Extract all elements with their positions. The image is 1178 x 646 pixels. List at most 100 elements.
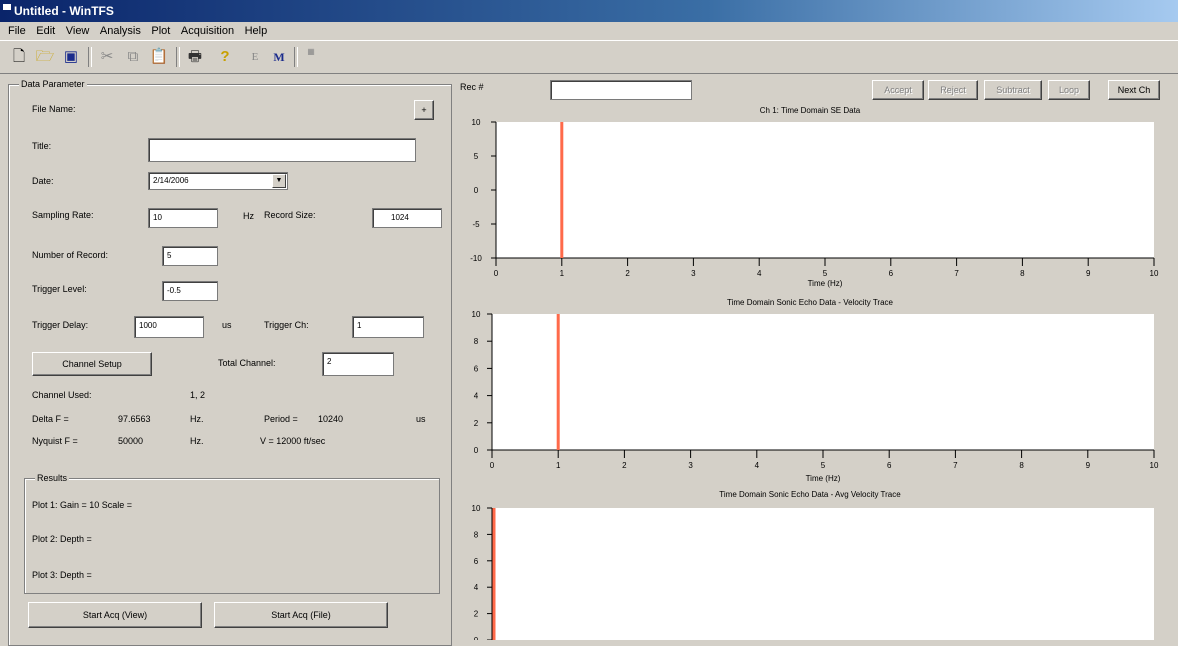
- help-icon[interactable]: ?: [214, 47, 236, 67]
- plot-area: [496, 122, 1154, 258]
- nyquist-unit: Hz.: [190, 436, 204, 446]
- x-tick-label: 0: [490, 461, 495, 470]
- y-tick-label: 4: [474, 392, 479, 401]
- x-tick-label: 5: [823, 269, 828, 278]
- x-tick-label: 4: [755, 461, 760, 470]
- total-channel-input[interactable]: 2: [322, 352, 394, 376]
- date-label: Date:: [32, 176, 54, 186]
- plot2-result: Plot 2: Depth =: [32, 534, 92, 544]
- next-ch-button[interactable]: Next Ch: [1108, 80, 1160, 100]
- m-button[interactable]: M: [268, 47, 290, 67]
- total-channel-label: Total Channel:: [218, 358, 276, 368]
- trigger-delay-label: Trigger Delay:: [32, 320, 89, 330]
- x-tick-label: 3: [688, 461, 693, 470]
- y-tick-label: 8: [474, 337, 479, 346]
- menu-bar: File Edit View Analysis Plot Acquisition…: [0, 22, 1178, 40]
- menu-acquisition[interactable]: Acquisition: [181, 22, 234, 40]
- group-title: Data Parameter: [19, 79, 87, 89]
- sampling-rate-unit: Hz: [243, 211, 254, 221]
- y-tick-label: 5: [474, 152, 479, 161]
- y-tick-label: 2: [474, 610, 479, 619]
- y-tick-label: 0: [474, 636, 479, 640]
- sampling-rate-input[interactable]: 10: [148, 208, 218, 228]
- y-tick-label: 0: [474, 446, 479, 455]
- x-tick-label: 8: [1020, 269, 1025, 278]
- trigger-level-input[interactable]: -0.5: [162, 281, 218, 301]
- channel-setup-button[interactable]: Channel Setup: [32, 352, 152, 376]
- open-folder-icon[interactable]: 🗁: [34, 47, 56, 67]
- x-tick-label: 6: [889, 269, 894, 278]
- e-button[interactable]: E: [244, 47, 266, 67]
- title-bar: Untitled - WinTFS: [0, 0, 1178, 22]
- trigger-delay-unit: us: [222, 320, 232, 330]
- channel-used-value: 1, 2: [190, 390, 206, 400]
- y-tick-label: 6: [474, 557, 479, 566]
- x-tick-label: 6: [887, 461, 892, 470]
- plot-2-svg: 10 8 6 4 2 0 0 1 2 3 4 5 6 7 8 9 10 Time (Hz): [472, 310, 1159, 483]
- date-combo[interactable]: 2/14/2006 ▼: [148, 172, 288, 190]
- y-tick-label: 4: [474, 583, 479, 592]
- toolbar-separator: [176, 47, 180, 67]
- delta-f-label: Delta F =: [32, 414, 69, 424]
- trigger-delay-input[interactable]: 1000: [134, 316, 204, 338]
- start-acq-file-button[interactable]: Start Acq (File): [214, 602, 388, 628]
- menu-edit[interactable]: Edit: [36, 22, 55, 40]
- menu-analysis[interactable]: Analysis: [100, 22, 141, 40]
- y-tick-label: 8: [474, 530, 479, 539]
- x-tick-label: 9: [1086, 269, 1091, 278]
- grid-icon[interactable]: ▦: [300, 47, 322, 67]
- menu-plot[interactable]: Plot: [151, 22, 170, 40]
- y-tick-label: 0: [474, 186, 479, 195]
- title-input[interactable]: [148, 138, 416, 162]
- delta-f-value: 97.6563: [118, 414, 151, 424]
- paste-icon[interactable]: 📋: [148, 47, 170, 67]
- trigger-level-label: Trigger Level:: [32, 284, 87, 294]
- new-file-icon[interactable]: 🗋: [8, 47, 30, 67]
- x-tick-label: 1: [556, 461, 561, 470]
- chevron-down-icon[interactable]: ▼: [272, 174, 286, 188]
- trigger-ch-input[interactable]: 1: [352, 316, 424, 338]
- file-name-label: File Name:: [32, 104, 76, 114]
- cut-icon[interactable]: ✂: [96, 47, 118, 67]
- channel-used-label: Channel Used:: [32, 390, 92, 400]
- rec-input[interactable]: [550, 80, 692, 100]
- date-value: 2/14/2006: [153, 176, 189, 185]
- plot-area: [492, 508, 1154, 640]
- y-tick-label: 10: [472, 504, 481, 513]
- x-tick-label: 10: [1150, 461, 1159, 470]
- period-value: 10240: [318, 414, 344, 424]
- x-tick-label: 9: [1086, 461, 1091, 470]
- y-tick-label: 6: [474, 364, 479, 373]
- loop-button[interactable]: Loop: [1048, 80, 1090, 100]
- y-tick-label: -10: [470, 254, 482, 263]
- num-record-label: Number of Record:: [32, 250, 109, 260]
- accept-button[interactable]: Accept: [872, 80, 924, 100]
- num-record-input[interactable]: 5: [162, 246, 218, 266]
- app-icon[interactable]: [3, 4, 11, 10]
- plot1-result: Plot 1: Gain = 10 Scale =: [32, 500, 133, 510]
- x-tick-label: 5: [821, 461, 826, 470]
- toolbar-separator: [294, 47, 298, 67]
- record-size-input[interactable]: 1024: [372, 208, 442, 228]
- menu-file[interactable]: File: [8, 22, 26, 40]
- plot-3: Time Domain Sonic Echo Data - Avg Veloci…: [458, 490, 1162, 640]
- rec-label: Rec #: [460, 82, 484, 92]
- reject-button[interactable]: Reject: [928, 80, 978, 100]
- y-tick-label: 10: [472, 310, 481, 319]
- plot-1-svg: 10 5 0 -5 -10 0 1 2 3 4 5 6 7 8 9 10 Time (Hz): [470, 118, 1159, 288]
- menu-view[interactable]: View: [66, 22, 90, 40]
- plot-3-svg: 10 8 6 4 2 0: [472, 504, 1154, 640]
- x-axis-label: Time (Hz): [808, 279, 843, 288]
- save-icon[interactable]: ▣: [60, 47, 82, 67]
- start-acq-view-button[interactable]: Start Acq (View): [28, 602, 202, 628]
- x-tick-label: 3: [691, 269, 696, 278]
- menu-help[interactable]: Help: [245, 22, 268, 40]
- toolbar: 🗋 🗁 ▣ ✂ ⧉ 📋 🖶 ? E M ▦: [0, 40, 1178, 74]
- title-label: Title:: [32, 141, 52, 151]
- print-icon[interactable]: 🖶: [184, 47, 206, 67]
- subtract-button[interactable]: Subtract: [984, 80, 1042, 100]
- file-browse-button[interactable]: +: [414, 100, 434, 120]
- period-unit: us: [416, 414, 426, 424]
- x-tick-label: 2: [622, 461, 627, 470]
- copy-icon[interactable]: ⧉: [122, 47, 144, 67]
